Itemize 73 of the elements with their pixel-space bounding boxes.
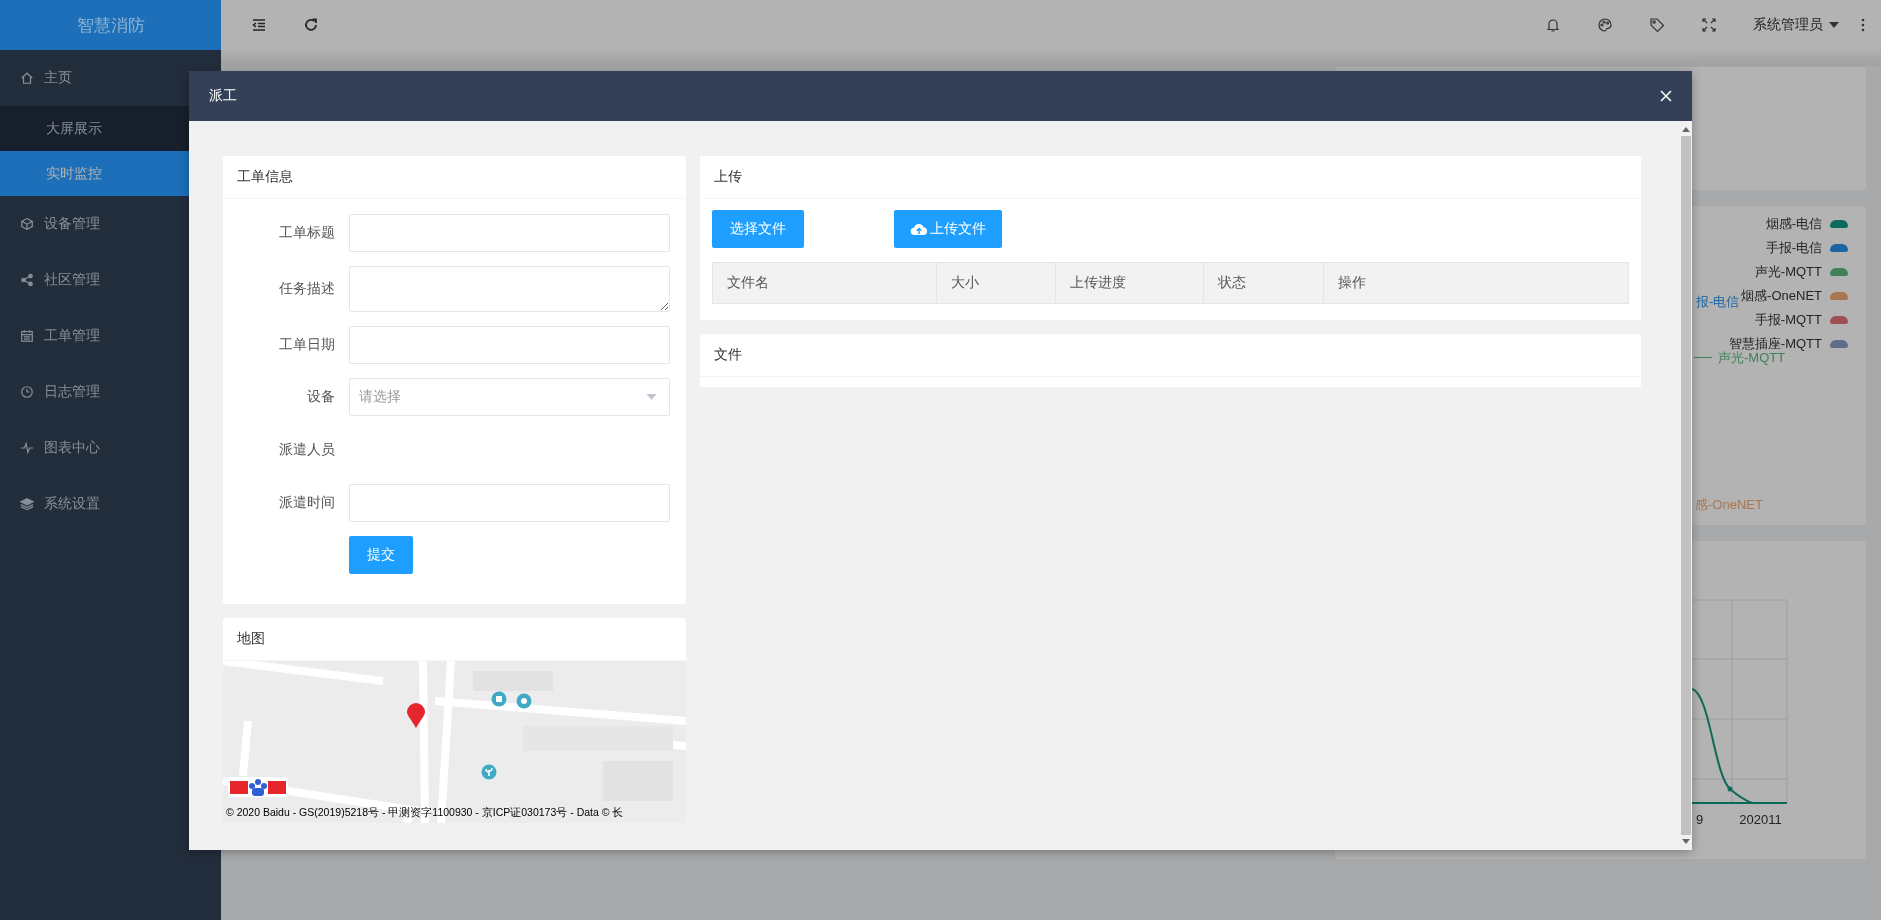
column-header: 操作 — [1337, 273, 1367, 292]
scroll-down-arrow-icon[interactable] — [1682, 839, 1690, 844]
legend-label: 手报-电信 — [1765, 239, 1822, 257]
legend-label: 烟感-电信 — [1765, 215, 1822, 233]
card-title: 文件 — [700, 334, 1641, 377]
column-header: 状态 — [1204, 263, 1324, 303]
caret-icon — [646, 394, 657, 400]
cloud-upload-icon — [910, 222, 928, 236]
tag-icon[interactable] — [1649, 17, 1665, 33]
app-logo: 智慧消防 — [0, 0, 221, 50]
pulse-icon — [20, 441, 34, 455]
submit-button[interactable]: 提交 — [349, 536, 413, 574]
form-label: 设备 — [306, 388, 335, 406]
axis-label: 202011 — [1739, 812, 1782, 827]
pie-slice-label: 感-OneNET — [1695, 496, 1763, 514]
caret-icon — [1829, 22, 1839, 28]
card-title: 上传 — [700, 156, 1641, 199]
column-header: 文件名 — [713, 263, 937, 303]
form-label: 派遣人员 — [278, 441, 335, 459]
sidebar-item[interactable]: 设备管理 — [0, 196, 189, 252]
sidebar-item[interactable]: 社区管理 — [0, 252, 189, 308]
legend-label: 智慧插座-MQTT — [1728, 335, 1822, 351]
scrollbar-thumb[interactable] — [1681, 136, 1691, 835]
sidebar-item[interactable]: 系统设置 — [0, 476, 189, 532]
form-label: 工单标题 — [278, 224, 335, 242]
scroll-up-arrow-icon[interactable] — [1682, 127, 1690, 132]
select-field[interactable]: 请选择 — [349, 378, 670, 416]
sidebar-item[interactable]: 主页 — [0, 50, 189, 106]
input-field[interactable] — [349, 214, 670, 252]
more-options-icon[interactable] — [1861, 17, 1865, 33]
share-icon — [20, 273, 34, 287]
notification-bell-icon[interactable] — [1545, 17, 1561, 33]
user-menu[interactable]: 系统管理员 — [1753, 16, 1839, 34]
column-header: 大小 — [937, 263, 1056, 303]
form-label: 任务描述 — [278, 280, 335, 298]
pie-slice-label: 声光-MQTT — [1718, 350, 1786, 367]
sidebar-item[interactable]: 工单管理 — [0, 308, 189, 364]
collapse-menu-icon[interactable] — [251, 17, 267, 33]
choose-file-button[interactable]: 选择文件 — [712, 210, 804, 248]
legend-label: 烟感-OneNET — [1741, 287, 1822, 305]
pie-slice-label: 报-电信 — [1696, 293, 1740, 311]
form-label: 派遣时间 — [278, 494, 335, 512]
map-marker-icon — [491, 691, 507, 709]
form-label: 工单日期 — [278, 336, 335, 354]
home-icon — [20, 71, 34, 85]
calendar-icon — [20, 329, 34, 343]
axis-label: 9 — [1696, 812, 1704, 827]
sidebar-item[interactable]: 日志管理 — [0, 364, 189, 420]
submenu-item[interactable]: 实时监控 — [0, 151, 189, 196]
dialog-title: 派工 — [209, 87, 238, 105]
layers-icon — [20, 497, 34, 511]
textarea-field[interactable] — [349, 266, 670, 312]
card-title: 工单信息 — [223, 156, 686, 199]
leader-line — [1694, 357, 1712, 358]
map-view[interactable]: © 2020 Baidu - GS(2019)5218号 - 甲测资字1100930 - 京ICP证030173号 - Data © 长 — [223, 661, 686, 823]
legend-label: 声光-MQTT — [1754, 263, 1822, 281]
refresh-icon[interactable] — [303, 17, 319, 33]
sidebar-item[interactable]: 图表中心 — [0, 420, 189, 476]
input-field[interactable] — [349, 326, 670, 364]
map-marker-icon — [481, 764, 497, 782]
legend-label: 手报-MQTT — [1754, 311, 1822, 329]
map-copyright: © 2020 Baidu - GS(2019)5218号 - 甲测资字1100930 - 京ICP证030173号 - Data © 长 — [226, 806, 624, 820]
input-field[interactable] — [349, 484, 670, 522]
column-header: 上传进度 — [1056, 263, 1204, 303]
location-pin-icon — [406, 703, 426, 729]
cube-icon — [20, 217, 34, 231]
clock-icon — [20, 385, 34, 399]
fullscreen-icon[interactable] — [1701, 17, 1717, 33]
map-marker-icon — [516, 693, 532, 711]
palette-icon[interactable] — [1597, 17, 1613, 33]
submenu-item[interactable]: 大屏展示 — [0, 106, 189, 151]
close-icon[interactable] — [1660, 90, 1672, 102]
upload-file-button[interactable]: 上传文件 — [894, 210, 1002, 248]
